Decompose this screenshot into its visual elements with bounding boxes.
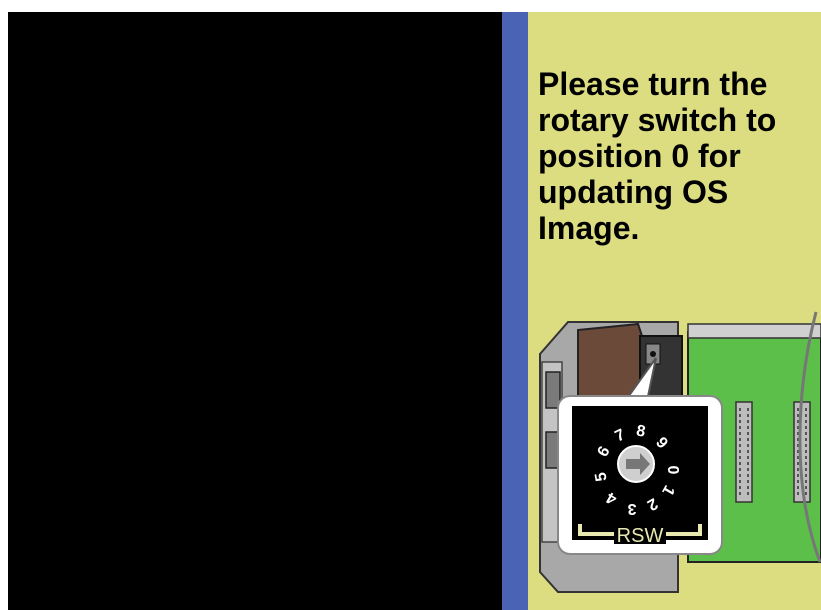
controller-illustration: 0 1 2 3 4 5 6 7 8 9 RSW <box>539 311 821 593</box>
instruction-panel: Please turn the rotary switch to positio… <box>528 12 821 610</box>
instruction-text: Please turn the rotary switch to positio… <box>538 66 777 246</box>
main-display-area <box>8 12 502 610</box>
rotary-digit-3: 3 <box>627 500 636 517</box>
rsw-label: RSW <box>617 525 664 547</box>
panel-divider <box>502 12 528 610</box>
rotary-digit-0: 0 <box>664 466 681 475</box>
